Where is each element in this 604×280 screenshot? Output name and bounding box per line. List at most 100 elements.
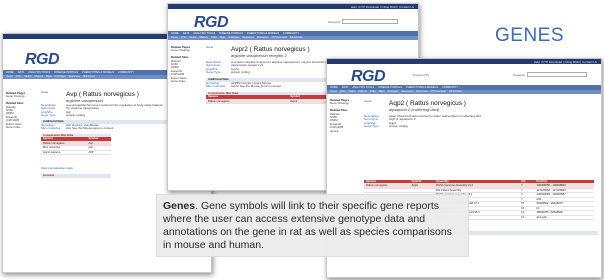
nav-markers[interactable]: Markers (359, 91, 367, 93)
nav-ontologies[interactable]: Ontologies (228, 37, 239, 39)
chr-cell: 12 (519, 215, 535, 221)
nav-data[interactable]: DATA (342, 86, 349, 89)
nav-analysis-tools[interactable]: ANALYSIS TOOLS (193, 32, 215, 35)
field-value: protein-coding (66, 113, 86, 118)
nav-qtls[interactable]: QTLs (340, 91, 346, 93)
sidebar: Related Pages Gene Ontology Related Site… (6, 91, 38, 129)
field-label: Gene Type (364, 124, 379, 129)
field-label: Mus musculus (206, 84, 226, 89)
site-link-gene-index[interactable]: Gene Index (171, 79, 185, 83)
field-label: Gene Type (41, 113, 56, 118)
nav-ftp[interactable]: FTP Download (272, 37, 287, 39)
nav-community[interactable]: COMMUNITY (118, 71, 134, 74)
field-value: protein coding (389, 124, 408, 129)
nav-phenotypes[interactable]: PHENOTYPES & MODELS (82, 71, 114, 74)
gene-title: Avpr2 ( Rattus norvegicus ) (231, 46, 310, 53)
caption-term: Genes (163, 200, 196, 212)
species-cell: Homo sapiens (41, 150, 87, 156)
nav-references[interactable]: References (257, 37, 269, 39)
related-page-link[interactable]: Gene Ontology (6, 94, 25, 98)
rgd-logo[interactable]: RGD (351, 68, 386, 86)
nav-gtex[interactable]: GTEx (211, 37, 217, 39)
table-row: Homo sapiens AVP (41, 150, 111, 156)
keyword-label: Keyword (328, 20, 340, 24)
gene-label: Gene (364, 99, 372, 103)
nav-references[interactable]: References (416, 91, 428, 93)
nav-community[interactable]: COMMUNITY (442, 86, 458, 89)
nav-home[interactable]: HOME (171, 32, 179, 35)
nav-gtex[interactable]: GTEx (370, 91, 376, 93)
powered-by: Powered By (413, 73, 430, 77)
species-cell: Rattus norvegicus (206, 99, 289, 105)
field-label: Mus musculus (41, 126, 61, 131)
genes-heading: GENES (495, 25, 565, 46)
nav-submit[interactable]: Submit Data (449, 91, 462, 93)
comparative-map-table: Species Symbol Rattus norvegicus Avp Mus m… (41, 137, 111, 156)
symbol-link[interactable]: AVP (86, 150, 111, 156)
keyword-label: Keyword (513, 73, 525, 77)
gene-title: Aqp2 ( Rattus norvegicus ) (389, 100, 466, 107)
site-link-entrez[interactable]: Genes (330, 129, 338, 133)
nav-genes[interactable]: Genes (6, 76, 13, 78)
field-value[interactable]: Avp See the Mouse gene in context (66, 127, 113, 131)
nav-disease-portals[interactable]: DISEASE PORTALS (378, 86, 402, 89)
related-page-link[interactable]: Gene Ontology (330, 101, 349, 105)
nav-strains[interactable]: Strains (189, 37, 196, 39)
nav-home[interactable]: HOME (330, 86, 338, 89)
nav-disease-portals[interactable]: DISEASE PORTALS (219, 32, 243, 35)
nav-markers[interactable]: Markers (200, 37, 208, 39)
nav-phenotypes[interactable]: PHENOTYPES & MODELS (247, 32, 279, 35)
site-link-gene-index[interactable]: Gene Index (6, 125, 20, 129)
sidebar: Related Pages Gene Ontology Related Site… (330, 98, 360, 133)
nav-submit[interactable]: Submit Data (290, 37, 303, 39)
top-links[interactable]: Help | FTP Download | Citing RGD | Conta… (351, 5, 414, 9)
field-value[interactable]: Avpr2 See the Mouse gene in context (231, 85, 281, 89)
nav-sequences[interactable]: Sequences (68, 76, 80, 78)
nav-references[interactable]: References (83, 76, 95, 78)
nav-data[interactable]: DATA (183, 32, 190, 35)
field-value: protein coding (231, 70, 250, 75)
nav-sequences[interactable]: Sequences (242, 37, 254, 39)
keyword-input[interactable] (342, 19, 398, 24)
nav-home[interactable]: HOME (6, 71, 14, 74)
nav-analysis-tools[interactable]: ANALYSIS TOOLS (352, 86, 374, 89)
sidebar: Related Pages Gene Ontology Related Site… (171, 45, 201, 83)
nav-community[interactable]: COMMUNITY (283, 32, 299, 35)
nav-analysis-tools[interactable]: ANALYSIS TOOLS (28, 71, 50, 74)
gene-title: Avp ( Rattus norvegicus ) (66, 91, 139, 98)
secondary-nav: Genes QTLs Strains Markers GTEx Maps Ont… (168, 36, 418, 40)
keyword-input[interactable] (527, 72, 587, 77)
nav-strains[interactable]: Strains (24, 76, 31, 78)
nav-phenotypes[interactable]: PHENOTYPES & MODELS (406, 86, 438, 89)
gene-label: Gene (41, 90, 49, 94)
nav-strains[interactable]: Strains (348, 91, 355, 93)
related-page-link[interactable]: Gene Ontology (171, 48, 190, 52)
gene-subtitle: aquaporin 2 (collecting duct) (389, 107, 440, 112)
nav-markers[interactable]: Markers (35, 76, 43, 78)
nav-qtls[interactable]: QTLs (16, 76, 22, 78)
top-links[interactable]: Help | FTP Download | Citing RGD | Conta… (534, 60, 597, 64)
nav-maps[interactable]: Maps (379, 91, 385, 93)
gene-label: Gene (206, 45, 214, 49)
nav-genes[interactable]: Genes (330, 91, 337, 93)
nav-genes[interactable]: Genes (171, 37, 178, 39)
nav-ontologies[interactable]: Ontologies (387, 91, 398, 93)
nav-maps[interactable]: Maps (220, 37, 226, 39)
nav-maps[interactable]: Maps (46, 76, 52, 78)
caption-box: Genes. Gene symbols will link to their s… (156, 194, 469, 257)
view-comparative-maps-link[interactable]: View comparative maps (41, 167, 73, 171)
gene-subtitle: arginine vasopressin receptor 2 (231, 53, 287, 58)
nav-data[interactable]: DATA (18, 71, 25, 74)
nav-disease-portals[interactable]: DISEASE PORTALS (54, 71, 78, 74)
nav-qtls[interactable]: QTLs (181, 37, 187, 39)
genome-header: Genome (41, 173, 111, 178)
nav-sequences[interactable]: Sequences (401, 91, 413, 93)
caption-text: . Gene symbols will link to their specif… (163, 200, 452, 251)
secondary-nav: Genes QTLs Strains Markers GTEx Maps Ont… (327, 90, 601, 94)
position-cell: q12-q13 (534, 215, 594, 221)
field-label: Gene Type (206, 70, 221, 75)
rgd-logo[interactable]: RGD (25, 51, 60, 69)
rgd-logo[interactable]: RGD (194, 14, 229, 32)
nav-ontologies[interactable]: Ontologies (54, 76, 65, 78)
nav-ftp[interactable]: FTP Download (431, 91, 446, 93)
